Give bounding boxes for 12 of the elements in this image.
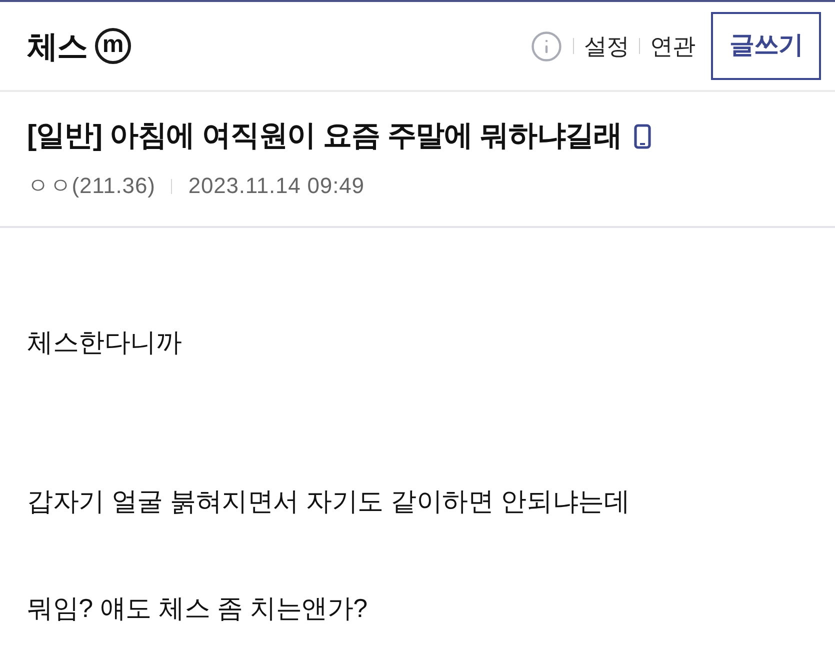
info-icon[interactable]: [530, 30, 563, 62]
author-name: ㅇㅇ(211.36): [27, 175, 156, 197]
body-paragraph: 체스한다니까: [27, 326, 182, 359]
body-paragraph: 갑자기 얼굴 붉혀지면서 자기도 같이하면 안되냐는데: [27, 485, 630, 518]
gallery-title: 체스: [27, 30, 87, 62]
post-date: 2023.11.14 09:49: [188, 175, 364, 197]
body-paragraph: 뭐임? 얘도 체스 좀 치는앤가?: [27, 592, 368, 625]
gallery-badge: m: [95, 28, 131, 64]
write-button[interactable]: 글쓰기: [711, 12, 821, 80]
header-link[interactable]: 연관: [650, 34, 695, 58]
header-link[interactable]: 설정: [584, 34, 629, 58]
post-title: [일반] 아침에 여직원이 요즘 주말에 뭐하냐길래: [27, 119, 622, 154]
